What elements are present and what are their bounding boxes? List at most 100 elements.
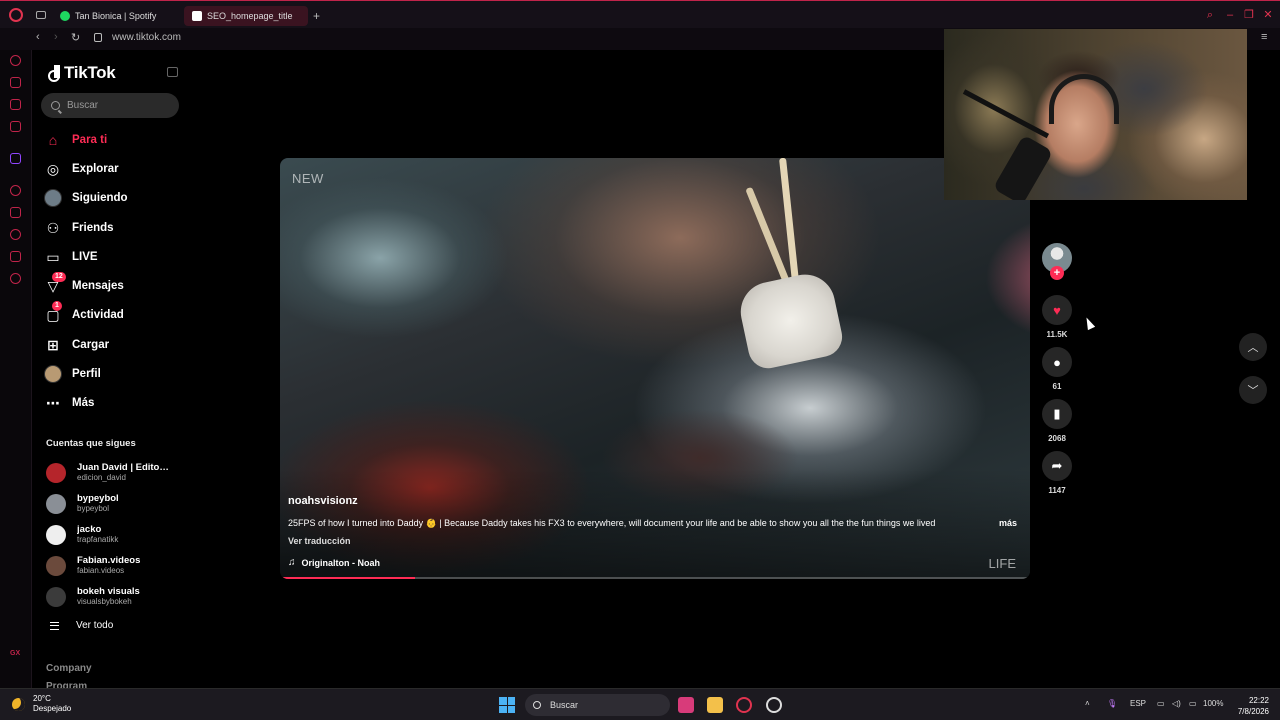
following-account[interactable]: Fabian.videos fabian.videos [46,553,181,579]
nav-label: Mensajes [72,280,124,292]
language-indicator[interactable]: ESP [1130,699,1146,708]
forward-icon[interactable]: › [54,31,58,43]
bookmark-icon: ▮ [1042,399,1072,429]
logo-text: TikTok [64,63,116,82]
account-handle: edicion_david [77,473,126,482]
player-icon[interactable] [10,185,21,196]
nav-perfil[interactable]: Perfil [44,363,184,385]
previous-video-button[interactable]: ︿ [1239,333,1267,361]
description-more-button[interactable]: más [999,518,1017,528]
settings-icon[interactable] [10,273,21,284]
nav-label: Friends [72,222,114,234]
speed-dial-icon[interactable] [10,55,21,66]
see-all-button[interactable]: Ver todo [50,620,113,631]
extensions-icon[interactable] [10,251,21,262]
nav-siguiendo[interactable]: Siguiendo [44,187,184,209]
gx-control-icon[interactable] [10,77,21,88]
reload-icon[interactable]: ↻ [71,31,80,44]
gx-logo-icon: GX [10,650,21,657]
weather-widget[interactable]: 20°C Despejado [12,694,71,714]
bookmarks-icon[interactable] [10,207,21,218]
volume-icon[interactable]: ◁) [1172,699,1181,708]
start-button[interactable] [499,697,515,713]
following-account[interactable]: bokeh visuals visualsbybokeh [46,584,181,610]
taskbar-search[interactable]: Buscar [525,694,670,716]
file-explorer-icon[interactable] [707,697,723,713]
following-title: Cuentas que sigues [46,438,136,449]
nav-para-ti[interactable]: ⌂ Para ti [44,129,184,151]
twitch-icon[interactable] [10,153,21,164]
history-icon[interactable] [10,229,21,240]
menu-icon[interactable]: ≡ [1261,31,1267,43]
tab-islands-icon[interactable] [36,11,46,19]
instagram-icon[interactable] [10,121,21,132]
microphone-icon[interactable]: 🎙 [1107,699,1117,708]
share-button[interactable]: ➦ 1147 [1041,451,1073,495]
following-account[interactable]: Juan David | Editor ... edicion_david [46,460,181,486]
minimize-icon[interactable]: – [1224,9,1236,21]
tiktok-sidebar: TikTok Buscar ⌂ Para ti ◎ Explorar Sigui… [32,50,187,692]
comment-button[interactable]: ● 61 [1041,347,1073,391]
collapse-sidebar-icon[interactable] [167,67,178,77]
nav-mas[interactable]: ⋯ Más [44,392,184,414]
search-placeholder: Buscar [67,100,99,111]
home-icon: ⌂ [48,132,58,148]
back-icon[interactable]: ‹ [36,31,40,43]
account-name: jacko [77,525,102,535]
music-label: Originalton - Noah [301,557,381,568]
translate-button[interactable]: Ver traducción [288,536,351,546]
following-account[interactable]: bypeybol bypeybol [46,491,181,517]
tiktok-favicon-icon [192,11,202,21]
maximize-icon[interactable]: ❐ [1243,9,1255,21]
nav-explorar[interactable]: ◎ Explorar [44,158,184,180]
avatar [46,556,66,576]
avatar [46,525,66,545]
headset [1049,74,1119,124]
nav-label: LIVE [72,251,98,263]
tab-tiktok[interactable]: SEO_homepage_title [184,6,308,26]
messenger-icon[interactable] [10,99,21,110]
opera-gx-taskbar-icon[interactable] [736,697,752,713]
account-handle: bypeybol [77,504,110,513]
messages-icon: ▽ 12 [44,272,66,295]
nav-cargar[interactable]: ⊞ Cargar [44,334,184,356]
tiktok-logo[interactable]: TikTok [46,63,116,83]
url-field[interactable]: www.tiktok.com [112,32,181,43]
nav-label: Cargar [72,339,110,351]
live-icon: ▭ [46,248,60,265]
like-button[interactable]: ♥ 11.5K [1041,295,1073,339]
video-progress-fill [280,577,415,579]
nav-live[interactable]: ▭ LIVE [44,246,184,268]
search-input[interactable]: Buscar [41,93,179,118]
nav-actividad[interactable]: ▢ 1 Actividad [44,301,184,326]
taskbar-app-icon[interactable] [766,697,782,713]
nav-mensajes[interactable]: ▽ 12 Mensajes [44,272,184,297]
following-account[interactable]: jacko trapfanatikk [46,522,181,548]
follow-plus-icon[interactable]: + [1050,266,1064,280]
nav-label: Siguiendo [72,192,128,204]
video-progress-bar[interactable] [280,577,1030,579]
opera-logo-icon[interactable] [9,8,23,22]
battery-icon[interactable]: ▭ [1189,699,1197,708]
close-icon[interactable]: ✕ [1262,9,1274,21]
video-music[interactable]: ♫ Originalton - Noah [288,557,380,568]
clock[interactable]: 22:22 7/8/2026 [1233,695,1269,717]
taskbar-app-icon[interactable] [678,697,694,713]
network-icon[interactable]: ▭ [1157,699,1165,708]
video-author[interactable]: noahsvisionz [288,495,358,507]
nav-friends[interactable]: ⚇ Friends [44,217,184,239]
video-new-label: NEW [292,171,324,186]
save-button[interactable]: ▮ 2068 [1041,399,1073,443]
clock-date: 7/8/2026 [1237,707,1269,716]
show-hidden-icon[interactable]: ˄ [1085,699,1090,708]
new-tab-button[interactable]: + [313,9,320,23]
share-count: 1147 [1048,486,1066,495]
video-player[interactable]: NEW LIFE noahsvisionz 25FPS of how I tur… [280,158,1030,579]
moon-icon [12,697,25,711]
clock-time: 22:22 [1248,696,1269,705]
music-note-icon: ♫ [288,557,296,568]
tab-spotify[interactable]: Tan Bionica | Spotify [52,6,180,26]
footer-company-link[interactable]: Company [46,663,92,674]
next-video-button[interactable]: ﹀ [1239,376,1267,404]
search-tabs-icon[interactable]: ⌕ [1204,9,1216,21]
